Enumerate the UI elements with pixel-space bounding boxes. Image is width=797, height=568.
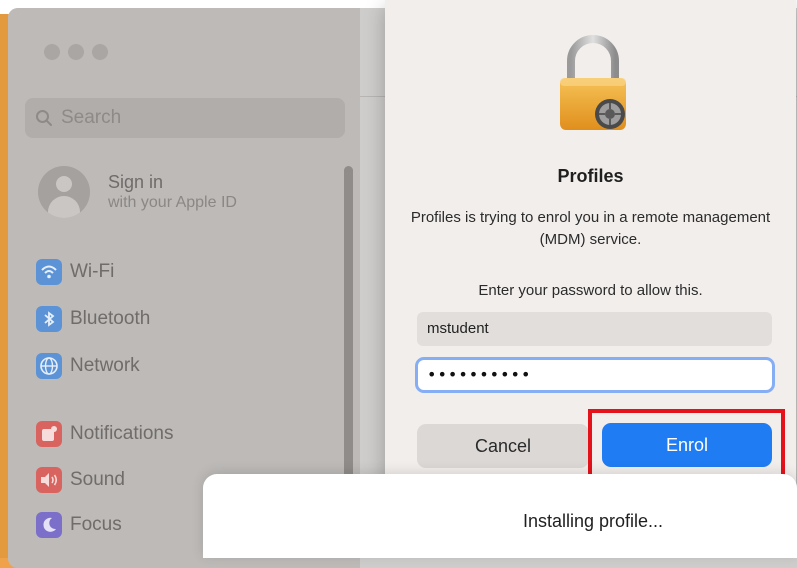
signin-subtitle: with your Apple ID (108, 194, 237, 212)
sidebar-item-wifi[interactable]: Wi-Fi (36, 259, 114, 285)
sidebar-scrollbar[interactable] (344, 166, 353, 486)
dialog-title: Profiles (557, 166, 624, 186)
sidebar-item-label: Sound (70, 469, 125, 490)
avatar (38, 166, 90, 218)
sidebar-item-network[interactable]: Network (36, 353, 140, 379)
sidebar-item-label: Bluetooth (70, 308, 151, 329)
sound-icon (36, 467, 62, 493)
progress-label: Installing profile... (522, 511, 664, 531)
dialog-prompt: Enter your password to allow this. (478, 282, 703, 299)
sidebar-item-label: Network (70, 355, 140, 376)
sidebar-item-label: Notifications (70, 423, 174, 444)
sidebar-item-bluetooth[interactable]: Bluetooth (36, 306, 150, 332)
lock-icon (560, 35, 626, 130)
search-field[interactable]: Search (25, 98, 345, 138)
minimize-window-button[interactable] (68, 44, 84, 60)
bluetooth-icon (36, 306, 62, 332)
notifications-icon (36, 421, 62, 447)
zoom-window-button[interactable] (92, 44, 108, 60)
sidebar-item-notifications[interactable]: Notifications (36, 421, 174, 447)
username-field[interactable]: mstudent (417, 312, 772, 346)
cancel-button[interactable]: Cancel (417, 424, 589, 468)
sidebar-item-label: Wi-Fi (70, 261, 115, 282)
focus-icon (36, 512, 62, 538)
sidebar-item-label: Focus (70, 514, 122, 535)
enrol-button[interactable]: Enrol (602, 423, 772, 467)
search-icon (36, 110, 52, 126)
sidebar-item-focus[interactable]: Focus (36, 512, 122, 538)
desktop-background (0, 14, 8, 558)
apple-id-signin[interactable]: Sign in with your Apple ID (38, 166, 237, 218)
progress-sheet: Installing profile... (203, 474, 797, 558)
password-field[interactable]: •••••••••• (415, 357, 775, 393)
close-window-button[interactable] (44, 44, 60, 60)
network-icon (36, 353, 62, 379)
dialog-message: Profiles is trying to enrol you in a rem… (410, 209, 771, 248)
search-placeholder: Search (61, 107, 122, 128)
sidebar-item-sound[interactable]: Sound (36, 467, 125, 493)
signin-title: Sign in (108, 171, 164, 192)
wifi-icon (36, 259, 62, 285)
